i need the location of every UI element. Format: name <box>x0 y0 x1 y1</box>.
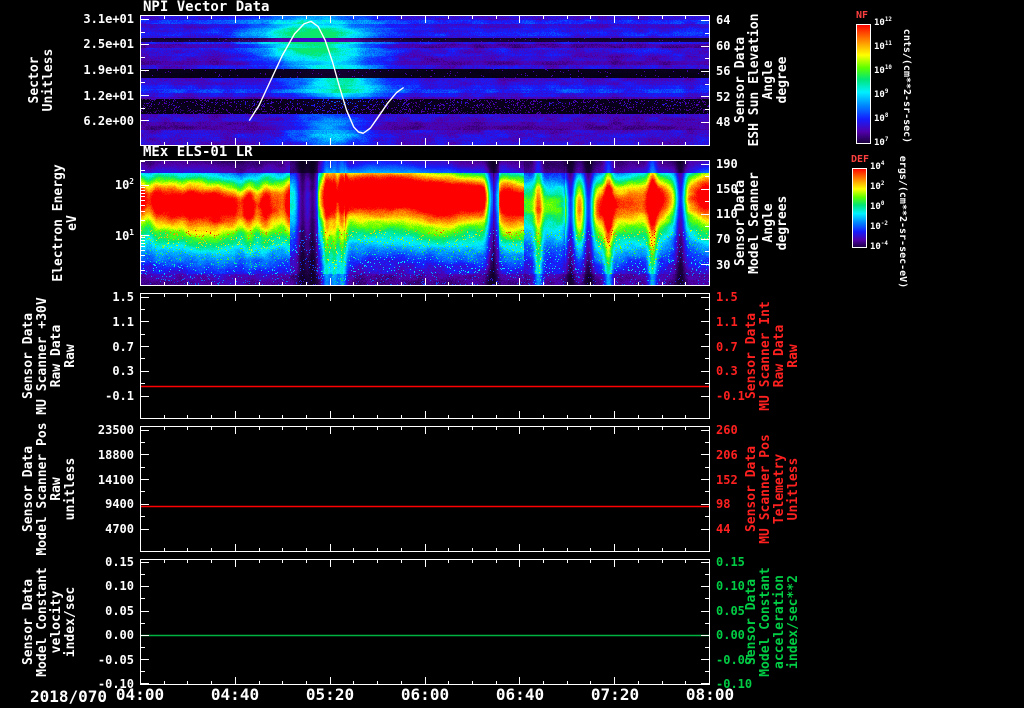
colorbar-tick-label: 100 <box>870 201 885 212</box>
colorbar-tick-label: 102 <box>870 181 885 192</box>
axis-title-line: degree <box>775 56 790 104</box>
x-tick-label: 06:40 <box>495 685 545 704</box>
axis-title-line: unitless <box>63 457 78 521</box>
axis-title-line: Unitless <box>786 457 801 521</box>
x-tick-label: 05:20 <box>305 685 355 704</box>
axis-title-line: acceleration <box>772 575 787 669</box>
y-tick-label: -0.1 <box>716 389 745 404</box>
y-tick-label: 1.2e+01 <box>83 88 134 103</box>
axis-title-line: MU Scanner +30V <box>35 297 50 415</box>
y-tick-label: 60 <box>716 38 731 53</box>
panel5-right-title: Sensor Data Model Constant acceleration ind… <box>744 567 801 677</box>
axis-title-line: Raw Data <box>49 324 64 388</box>
panel1-yaxis-title: Sector Unitless <box>27 48 56 112</box>
y-tick-label: 52 <box>716 89 731 104</box>
colorbar-tick-label: 10-2 <box>870 221 888 232</box>
x-tick-label: 08:00 <box>685 685 735 704</box>
axis-title-line: Raw <box>786 344 801 368</box>
y-tick-label: 0.7 <box>716 339 738 354</box>
panel1-right-title: Sensor Data ESH Sun Elevation Angle degree <box>733 13 790 147</box>
axis-title-line: Sensor Data <box>733 179 748 267</box>
y-tick-label: 64 <box>716 13 731 28</box>
y-tick-label: 206 <box>716 447 738 462</box>
axis-title-line: MU Scanner Int <box>758 301 773 411</box>
axis-title-line: Model Constant <box>35 567 50 677</box>
y-tick-label: 0.3 <box>716 364 738 379</box>
y-tick-label: 152 <box>716 472 738 487</box>
axis-title-line: Unitless <box>41 48 56 112</box>
tplot-science-display: NPI Vector Data MEx ELS-01 LR NF cnts/(c… <box>0 0 1024 708</box>
y-tick-label: 1.9e+01 <box>83 63 134 78</box>
panel3-right-title: Sensor Data MU Scanner Int Raw Data Raw <box>744 301 801 411</box>
y-tick-label: 2.5e+01 <box>83 37 134 52</box>
y-tick-label: 260 <box>716 422 738 437</box>
y-tick-label: 0.00 <box>716 628 745 643</box>
x-tick-label: 04:40 <box>210 685 260 704</box>
y-tick-label: 1.5 <box>716 289 738 304</box>
x-tick-label: 04:00 <box>115 685 165 704</box>
y-tick-label: 56 <box>716 64 731 79</box>
colorbar-tick-label: 104 <box>870 161 885 172</box>
colorbar-tick-label: 10-4 <box>870 241 888 252</box>
axis-title-line: Telemetry <box>772 453 787 525</box>
colorbar-tick-label: 107 <box>874 137 889 148</box>
axis-title-line: Sensor Data <box>733 36 748 124</box>
panel3-yaxis-title: Sensor Data MU Scanner +30V Raw Data Raw <box>21 297 78 415</box>
axis-title-line: Sensor Data <box>21 312 36 400</box>
axis-title-line: Sector <box>27 56 42 104</box>
panel5-yaxis-title: Sensor Data Model Constant velocity index/s… <box>21 567 78 677</box>
y-tick-label: 0.15 <box>716 555 745 570</box>
axis-title-line: Raw Data <box>772 324 787 388</box>
colorbar-tick-label: 1010 <box>874 65 892 76</box>
y-tick-label: 30 <box>716 257 731 272</box>
axis-title-line: Model Constant <box>758 567 773 677</box>
colorbar-tick-label: 1011 <box>874 41 892 52</box>
y-tick-label: 190 <box>716 156 738 171</box>
axis-title-line: Angle <box>761 60 776 100</box>
colorbar-tick-label: 108 <box>874 113 889 124</box>
y-tick-label: -0.10 <box>97 677 134 692</box>
x-tick-label: 07:20 <box>590 685 640 704</box>
y-tick-label: 48 <box>716 115 731 130</box>
axis-title-line: Sensor Data <box>744 445 759 533</box>
panel2-yaxis-title: Electron Energy eV <box>51 164 80 282</box>
axis-title-line: Sensor Data <box>744 578 759 666</box>
colorbar-tick-label: 1012 <box>874 17 892 28</box>
y-tick-label: 70 <box>716 232 731 247</box>
axis-title-line: Sensor Data <box>21 578 36 666</box>
axis-title-line: Angle <box>761 203 776 243</box>
axis-title-line: MU Scanner Pos <box>758 434 773 544</box>
x-tick-label: 06:00 <box>400 685 450 704</box>
colorbar-tick-label: 109 <box>874 89 889 100</box>
axis-title-line: eV <box>65 215 80 231</box>
axis-title-line: Model Scanner Pos <box>35 422 50 556</box>
panel2-right-title: Sensor Data Model Scanner Angle degrees <box>733 172 790 274</box>
y-tick-label: 0.05 <box>716 603 745 618</box>
axis-title-line: Raw <box>63 344 78 368</box>
axis-title-line: ESH Sun Elevation <box>747 13 762 147</box>
y-tick-label: 98 <box>716 497 731 512</box>
axis-title-line: index/sec**2 <box>786 575 801 669</box>
axis-title-line: velocity <box>49 590 64 654</box>
y-tick-label: 0.10 <box>716 579 745 594</box>
y-tick-label: 44 <box>716 522 731 537</box>
panel4-right-title: Sensor Data MU Scanner Pos Telemetry Unitle… <box>744 434 801 544</box>
y-tick-label: 0.15 <box>105 555 134 570</box>
panel4-yaxis-title: Sensor Data Model Scanner Pos Raw unitless <box>21 422 78 556</box>
axis-title-line: Sensor Data <box>744 312 759 400</box>
y-tick-label: 1.1 <box>716 314 738 329</box>
y-tick-label: 3.1e+01 <box>83 11 134 26</box>
axis-title-line: Raw <box>49 477 64 501</box>
axis-title-line: index/sec <box>63 586 78 658</box>
axis-title-line: Sensor Data <box>21 445 36 533</box>
y-tick-label: 6.2e+00 <box>83 114 134 129</box>
axis-title-line: Model Scanner <box>747 172 762 274</box>
axis-title-line: Electron Energy <box>51 164 66 282</box>
axis-labels-layer: 3.1e+01 2.5e+01 1.9e+01 1.2e+01 6.2e+00 64 60 5… <box>0 0 1024 708</box>
axis-title-line: degrees <box>775 195 790 251</box>
